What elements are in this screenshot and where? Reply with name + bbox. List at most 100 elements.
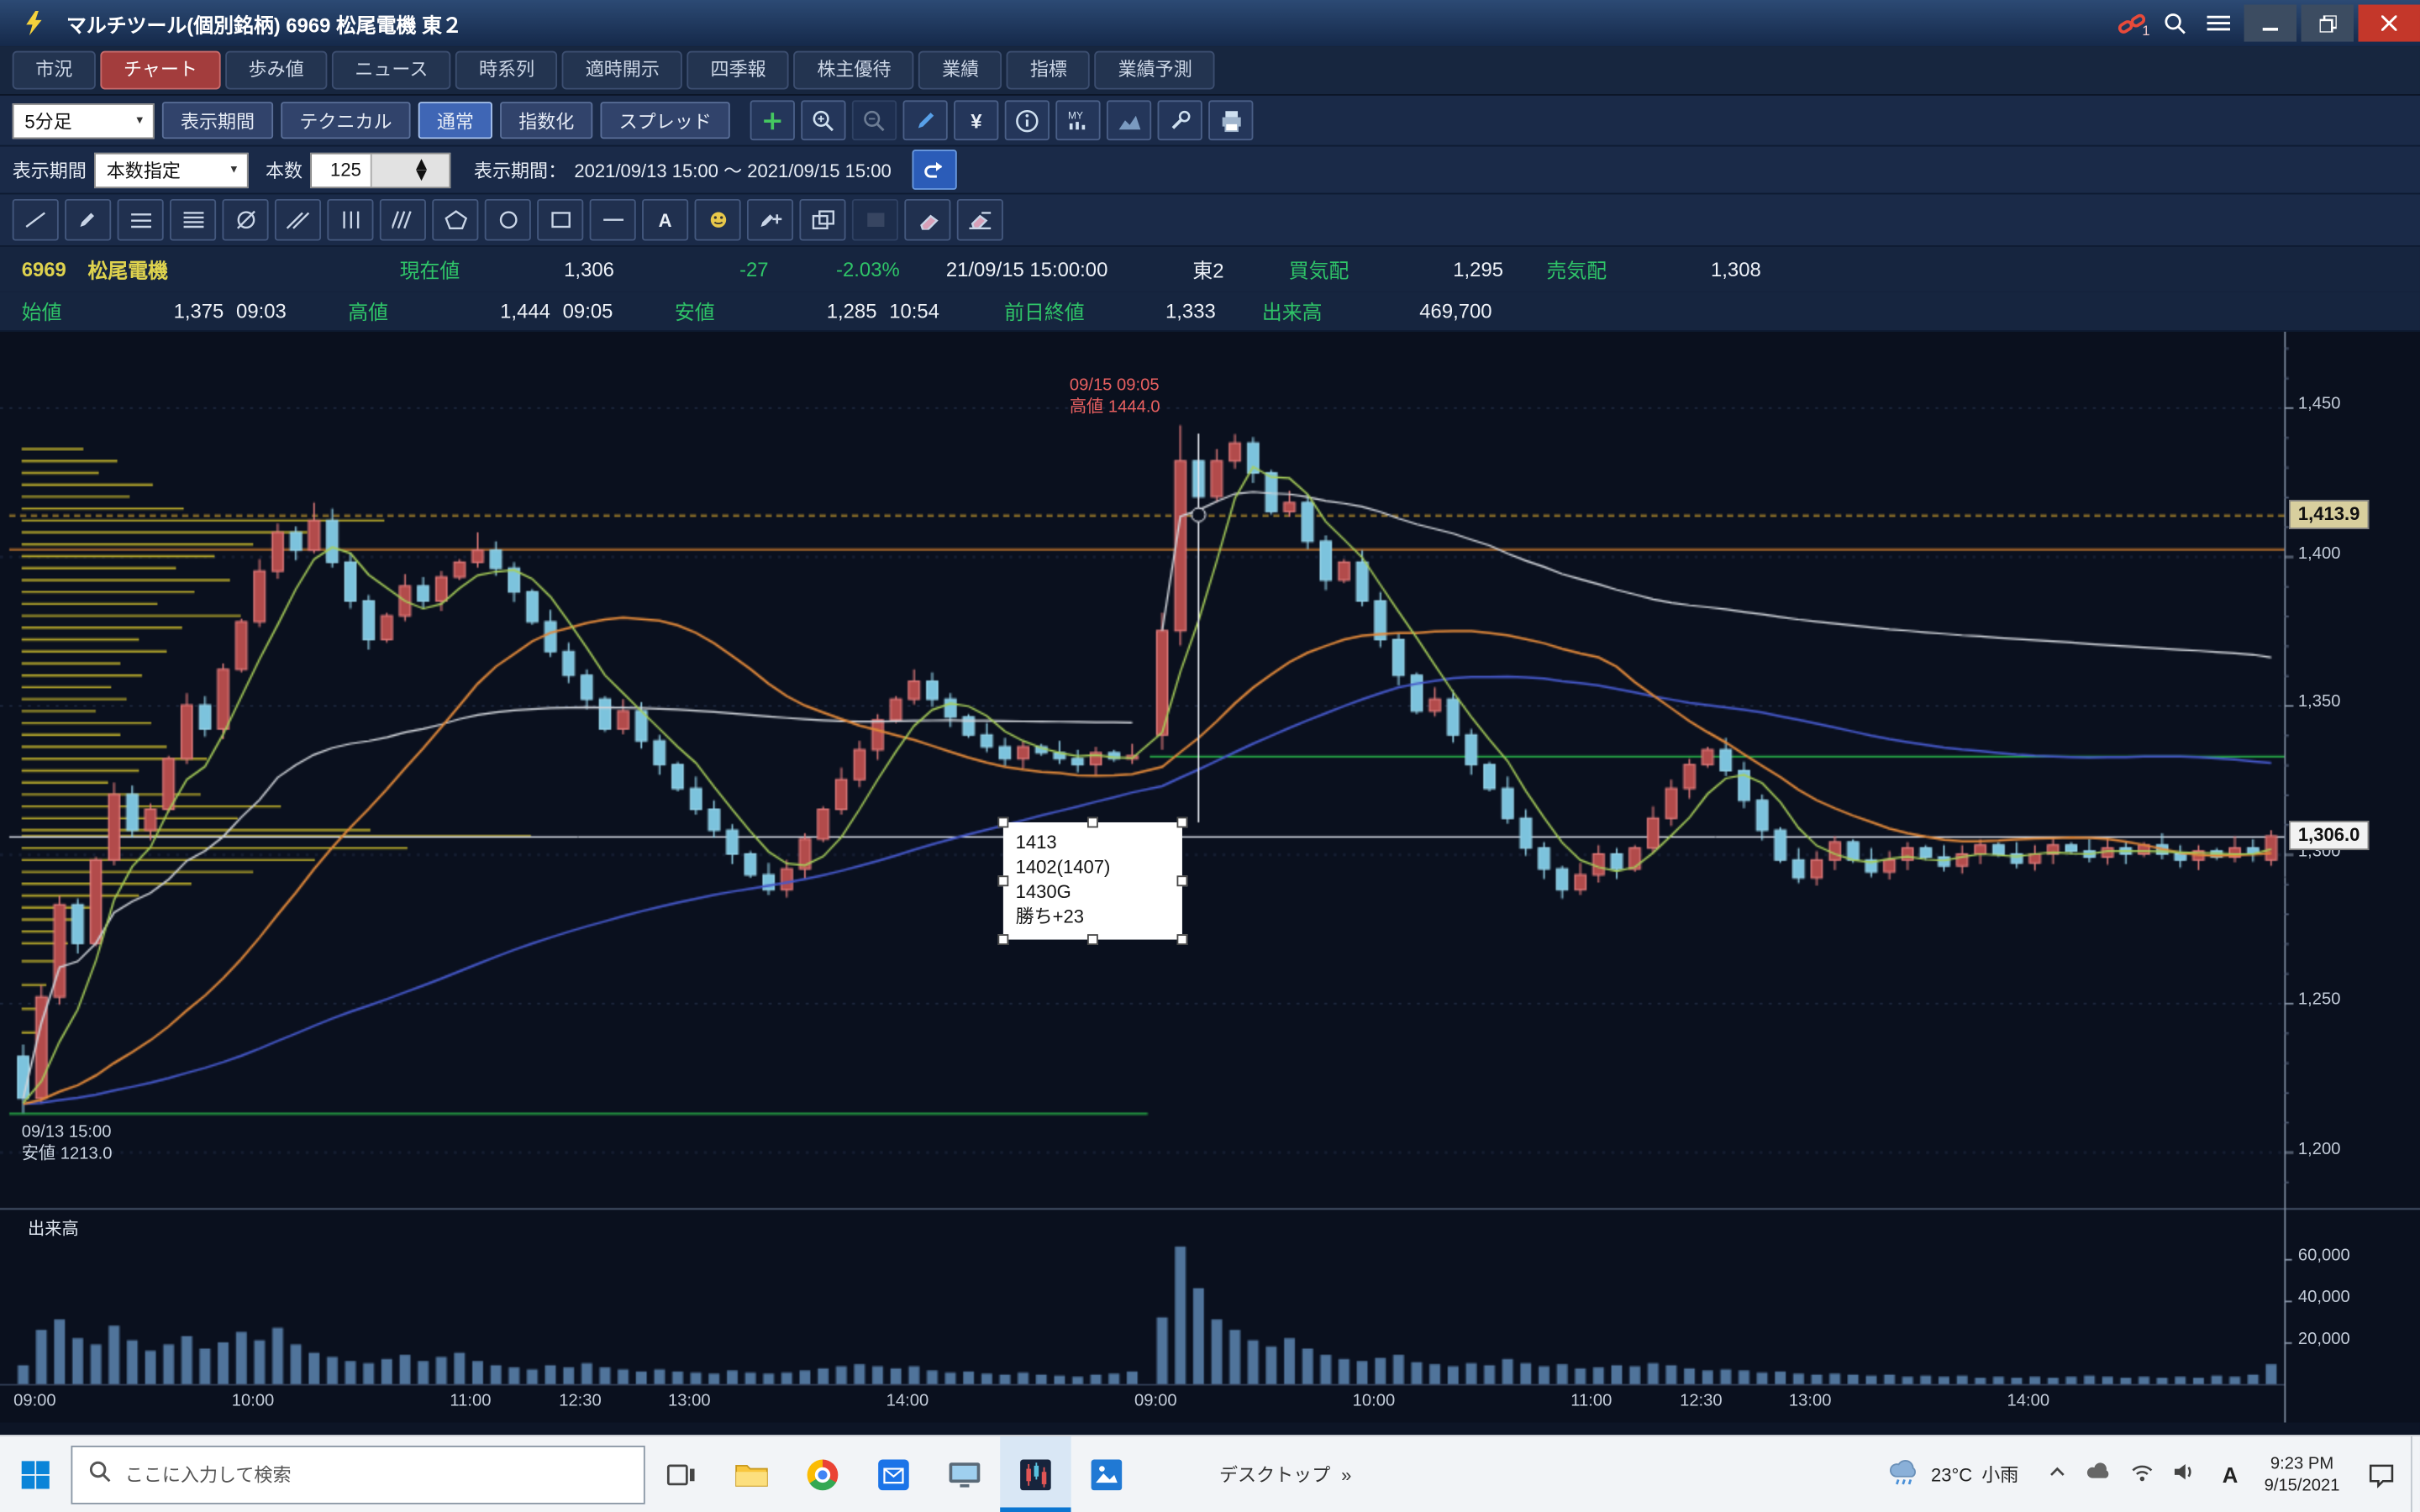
my-chart-icon[interactable]: MY <box>1055 100 1100 140</box>
x-axis-label: 14:00 <box>2007 1392 2050 1410</box>
action-center-icon[interactable] <box>2352 1460 2411 1488</box>
add-icon[interactable] <box>750 100 795 140</box>
chrome-icon[interactable] <box>787 1436 858 1512</box>
hline-icon[interactable] <box>590 199 636 241</box>
note-handle[interactable] <box>1087 817 1098 828</box>
info-icon[interactable] <box>1005 100 1050 140</box>
hidden-icons-icon[interactable] <box>2046 1461 2068 1487</box>
trendline-icon[interactable] <box>13 199 59 241</box>
tab-news[interactable]: ニュース <box>332 51 451 90</box>
note-handle[interactable] <box>1177 875 1188 886</box>
mail-icon[interactable] <box>858 1436 929 1512</box>
price-chart-canvas[interactable] <box>0 332 2420 1423</box>
select-icon[interactable] <box>852 199 898 241</box>
tab-earnings[interactable]: 業績 <box>919 51 1002 90</box>
undo-icon[interactable] <box>912 150 956 190</box>
area-chart-icon[interactable] <box>1107 100 1151 140</box>
draw-icon[interactable] <box>903 100 948 140</box>
pencil-icon[interactable] <box>65 199 111 241</box>
volume-icon[interactable] <box>2171 1461 2196 1487</box>
eraser-icon[interactable] <box>904 199 950 241</box>
desktop-toolbar[interactable]: デスクトップ » <box>1204 1461 1367 1487</box>
interval-select[interactable]: 5分足▼ <box>13 102 155 138</box>
note-handle[interactable] <box>1087 934 1098 945</box>
screen-share-icon[interactable] <box>929 1436 1000 1512</box>
search-icon[interactable] <box>2153 6 2196 39</box>
normal-button[interactable]: 通常 <box>418 102 492 139</box>
onedrive-icon[interactable] <box>2085 1461 2112 1487</box>
start-button[interactable] <box>0 1436 71 1512</box>
taskbar-clock[interactable]: 9:23 PM 9/15/2021 <box>2252 1452 2352 1495</box>
hlines-dense-icon[interactable] <box>170 199 216 241</box>
desktop-screen: マルチツール(個別銘柄) 6969 松尾電機 東２ 1 市況チャート歩み値ニュー… <box>0 0 2420 1512</box>
tab-forecast[interactable]: 業績予測 <box>1095 51 1215 90</box>
pentagon-icon[interactable] <box>432 199 478 241</box>
restore-button[interactable] <box>2302 5 2354 42</box>
y-axis-label: 1,250 <box>2298 990 2341 1009</box>
stamp-icon[interactable] <box>695 199 741 241</box>
tab-timeseries[interactable]: 時系列 <box>455 51 557 90</box>
note-handle[interactable] <box>1177 934 1188 945</box>
indexed-button[interactable]: 指数化 <box>500 102 592 139</box>
tab-indicator[interactable]: 指標 <box>1007 51 1090 90</box>
trading-app-icon[interactable] <box>1000 1436 1071 1512</box>
tab-market[interactable]: 市況 <box>13 51 96 90</box>
taskbar: ここに入力して検索 デスクトップ » 23°C 小雨 A 9:23 PM 9/1… <box>0 1435 2420 1512</box>
note-handle[interactable] <box>997 817 1008 828</box>
menu-icon[interactable] <box>2196 6 2239 39</box>
tab-shikiho[interactable]: 四季報 <box>687 51 789 90</box>
period-label: 表示期間 <box>13 156 87 182</box>
zoom-in-icon[interactable] <box>801 100 845 140</box>
close-button[interactable] <box>2359 5 2420 42</box>
spinner-arrows-icon[interactable]: ▲▼ <box>371 154 450 186</box>
file-explorer-icon[interactable] <box>716 1436 786 1512</box>
show-desktop-button[interactable] <box>2411 1436 2420 1512</box>
high-annotation-line: 高値 1444.0 <box>1070 396 1160 418</box>
tab-disclosure[interactable]: 適時開示 <box>562 51 682 90</box>
taskbar-search-input[interactable]: ここに入力して検索 <box>71 1445 644 1504</box>
hatch-icon[interactable] <box>380 199 426 241</box>
ellipse-icon[interactable] <box>485 199 531 241</box>
rect-icon[interactable] <box>537 199 583 241</box>
open-time: 09:03 <box>236 299 287 323</box>
hlines-icon[interactable] <box>118 199 164 241</box>
technical-button[interactable]: テクニカル <box>281 102 410 139</box>
clear-all-icon[interactable] <box>957 199 1003 241</box>
vlines-icon[interactable] <box>327 199 373 241</box>
note-handle[interactable] <box>997 875 1008 886</box>
note-annotation[interactable]: 14131402(1407)1430G勝ち+23 <box>1003 822 1182 940</box>
drawing-toolbar: A <box>0 194 2420 246</box>
gann-icon[interactable] <box>222 199 268 241</box>
settings-icon[interactable] <box>1158 100 1202 140</box>
desktop-toolbar-label: デスクトップ <box>1219 1461 1330 1487</box>
bar-count-input[interactable]: 125 ▲▼ <box>310 152 450 187</box>
alert-price-tag[interactable]: 1,413.9 <box>2289 499 2370 528</box>
zoom-out-icon[interactable] <box>852 100 897 140</box>
tab-chart[interactable]: チャート <box>100 51 220 90</box>
link-icon[interactable]: 1 <box>2110 6 2153 39</box>
channel-icon[interactable] <box>275 199 321 241</box>
tab-tick[interactable]: 歩み値 <box>225 51 327 90</box>
photos-icon[interactable] <box>1071 1436 1142 1512</box>
tab-bar: 市況チャート歩み値ニュース時系列適時開示四季報株主優待業績指標業績予測 <box>0 46 2420 96</box>
spread-button[interactable]: スプレッド <box>601 102 730 139</box>
note-handle[interactable] <box>997 934 1008 945</box>
weather-widget[interactable]: 23°C 小雨 <box>1872 1458 2034 1491</box>
chart-area: 1,4501,4001,3501,3001,2501,20060,00040,0… <box>0 332 2420 1423</box>
minimize-button[interactable] <box>2244 5 2296 42</box>
count-mode-select[interactable]: 本数指定▼ <box>94 152 249 187</box>
text-icon[interactable]: A <box>642 199 688 241</box>
network-icon[interactable] <box>2130 1461 2154 1487</box>
print-icon[interactable] <box>1208 100 1253 140</box>
yen-icon[interactable]: ¥ <box>954 100 998 140</box>
copy-icon[interactable] <box>799 199 845 241</box>
quote-datetime: 21/09/15 15:00:00 <box>946 258 1108 281</box>
period-button[interactable]: 表示期間 <box>162 102 273 139</box>
ime-indicator[interactable]: A <box>2208 1462 2252 1486</box>
task-view-icon[interactable] <box>645 1436 716 1512</box>
note-handle[interactable] <box>1177 817 1188 828</box>
pencil-plus-icon[interactable] <box>747 199 793 241</box>
tab-benefit[interactable]: 株主優待 <box>794 51 914 90</box>
last-price: 1,306 <box>491 258 614 281</box>
stock-code: 6969 <box>22 258 66 281</box>
